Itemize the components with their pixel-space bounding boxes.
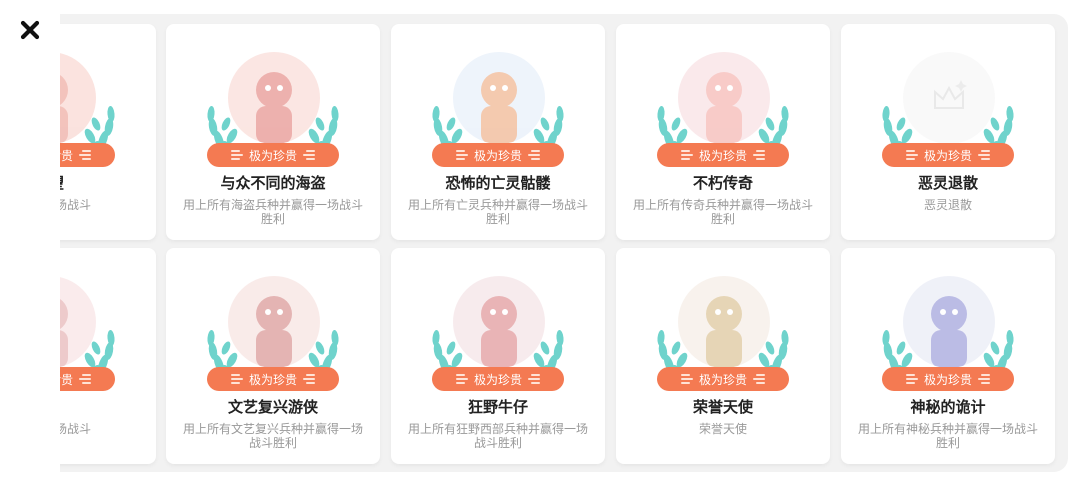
ribbon-stripes-icon [680,150,693,160]
rarity-label: 极为珍贵 [60,372,73,387]
rarity-ribbon: 极为珍贵 [60,367,115,391]
achievement-title: 恶望 [60,172,156,193]
ribbon-stripes-icon [303,150,315,160]
achievement-title: 恶灵退散 [917,174,978,192]
rarity-label: 极为珍贵 [473,148,522,163]
ribbon-stripes-icon [230,374,243,384]
achievement-card[interactable]: 极为珍贵 文艺复兴游侠 用上所有文艺复兴兵种并赢得一场战斗胜利 [166,248,380,464]
rarity-ribbon: 极为珍贵 [882,367,1014,391]
rarity-ribbon: 极为珍贵 [207,367,339,391]
achievement-badge: 极为珍贵 [60,254,156,391]
rarity-ribbon: 极为珍贵 [432,367,564,391]
achievement-title: 狂野牛仔 [467,398,528,416]
ribbon-stripes-icon [455,374,468,384]
rarity-ribbon: 极为珍贵 [657,367,789,391]
ribbon-stripes-icon [905,374,918,384]
rarity-ribbon: 极为珍贵 [882,143,1014,167]
achievement-title: 文艺复兴游侠 [227,398,318,416]
achievement-card[interactable]: 极为珍贵 狂野牛仔 用上所有狂野西部兵种并赢得一场战斗胜利 [391,248,605,464]
achievement-title: 恐怖的亡灵骷髅 [445,174,551,192]
achievement-grid: 极为珍贵 恶望 并赢得一场战斗 [60,14,1068,472]
rarity-label: 极为珍贵 [248,148,297,163]
achievement-description: 恶灵退散 [923,198,972,212]
achievement-card[interactable]: 极为珍贵 恶灵退散 恶灵退散 [841,24,1055,240]
rarity-label: 极为珍贵 [60,148,73,163]
achievement-description: 荣誉天使 [698,422,747,436]
achievement-badge: 极为珍贵 [616,254,830,391]
achievement-title: 与众不同的海盗 [220,174,326,192]
ribbon-stripes-icon [303,374,315,384]
achievement-badge: 极为珍贵 [391,30,605,167]
achievement-description: 并赢得一场战斗 [60,422,91,436]
rarity-ribbon: 极为珍贵 [432,143,564,167]
rarity-label: 极为珍贵 [473,372,522,387]
achievement-description: 并赢得一场战斗 [60,198,91,212]
ribbon-stripes-icon [528,150,540,160]
achievement-description: 用上所有亡灵兵种并赢得一场战斗胜利 [407,198,588,226]
ribbon-stripes-icon [528,374,540,384]
achievements-panel[interactable]: 极为珍贵 恶望 并赢得一场战斗 [60,14,1068,472]
achievement-title: 不朽传奇 [692,174,753,192]
achievement-title: 神秘的诡计 [910,398,986,416]
ribbon-stripes-icon [455,150,468,160]
achievement-badge: 极为珍贵 [391,254,605,391]
ribbon-stripes-icon [978,374,990,384]
rarity-ribbon: 极为珍贵 [207,143,339,167]
achievement-card[interactable]: 极为珍贵 士 并赢得一场战斗 [60,248,156,464]
ribbon-stripes-icon [680,374,693,384]
close-icon [20,20,40,40]
rarity-label: 极为珍贵 [923,148,972,163]
ribbon-stripes-icon [79,374,91,384]
achievement-description: 用上所有文艺复兴兵种并赢得一场战斗胜利 [182,422,363,450]
rarity-label: 极为珍贵 [698,372,747,387]
achievement-card[interactable]: 极为珍贵 恐怖的亡灵骷髅 用上所有亡灵兵种并赢得一场战斗胜利 [391,24,605,240]
rarity-label: 极为珍贵 [248,372,297,387]
rarity-label: 极为珍贵 [698,148,747,163]
achievement-title: 荣誉天使 [692,398,753,416]
achievement-badge: 极为珍贵 [616,30,830,167]
ribbon-stripes-icon [230,150,243,160]
achievement-card[interactable]: 极为珍贵 不朽传奇 用上所有传奇兵种并赢得一场战斗胜利 [616,24,830,240]
achievement-description: 用上所有狂野西部兵种并赢得一场战斗胜利 [407,422,588,450]
rarity-ribbon: 极为珍贵 [657,143,789,167]
achievement-badge: 极为珍贵 [166,254,380,391]
achievement-badge: 极为珍贵 [841,30,1055,167]
achievement-description: 用上所有传奇兵种并赢得一场战斗胜利 [632,198,813,226]
ribbon-stripes-icon [753,150,765,160]
achievement-badge: 极为珍贵 [841,254,1055,391]
close-button[interactable] [18,18,42,42]
achievement-card[interactable]: 极为珍贵 恶望 并赢得一场战斗 [60,24,156,240]
achievement-badge: 极为珍贵 [166,30,380,167]
rarity-ribbon: 极为珍贵 [60,143,115,167]
ribbon-stripes-icon [978,150,990,160]
ribbon-stripes-icon [753,374,765,384]
ribbon-stripes-icon [905,150,918,160]
achievement-card[interactable]: 极为珍贵 与众不同的海盗 用上所有海盗兵种并赢得一场战斗胜利 [166,24,380,240]
achievement-card[interactable]: 极为珍贵 神秘的诡计 用上所有神秘兵种并赢得一场战斗胜利 [841,248,1055,464]
achievement-title: 士 [60,396,156,417]
achievement-badge: 极为珍贵 [60,30,156,167]
rarity-label: 极为珍贵 [923,372,972,387]
achievement-description: 用上所有海盗兵种并赢得一场战斗胜利 [182,198,363,226]
achievement-card[interactable]: 极为珍贵 荣誉天使 荣誉天使 [616,248,830,464]
achievement-description: 用上所有神秘兵种并赢得一场战斗胜利 [857,422,1038,450]
ribbon-stripes-icon [79,150,91,160]
